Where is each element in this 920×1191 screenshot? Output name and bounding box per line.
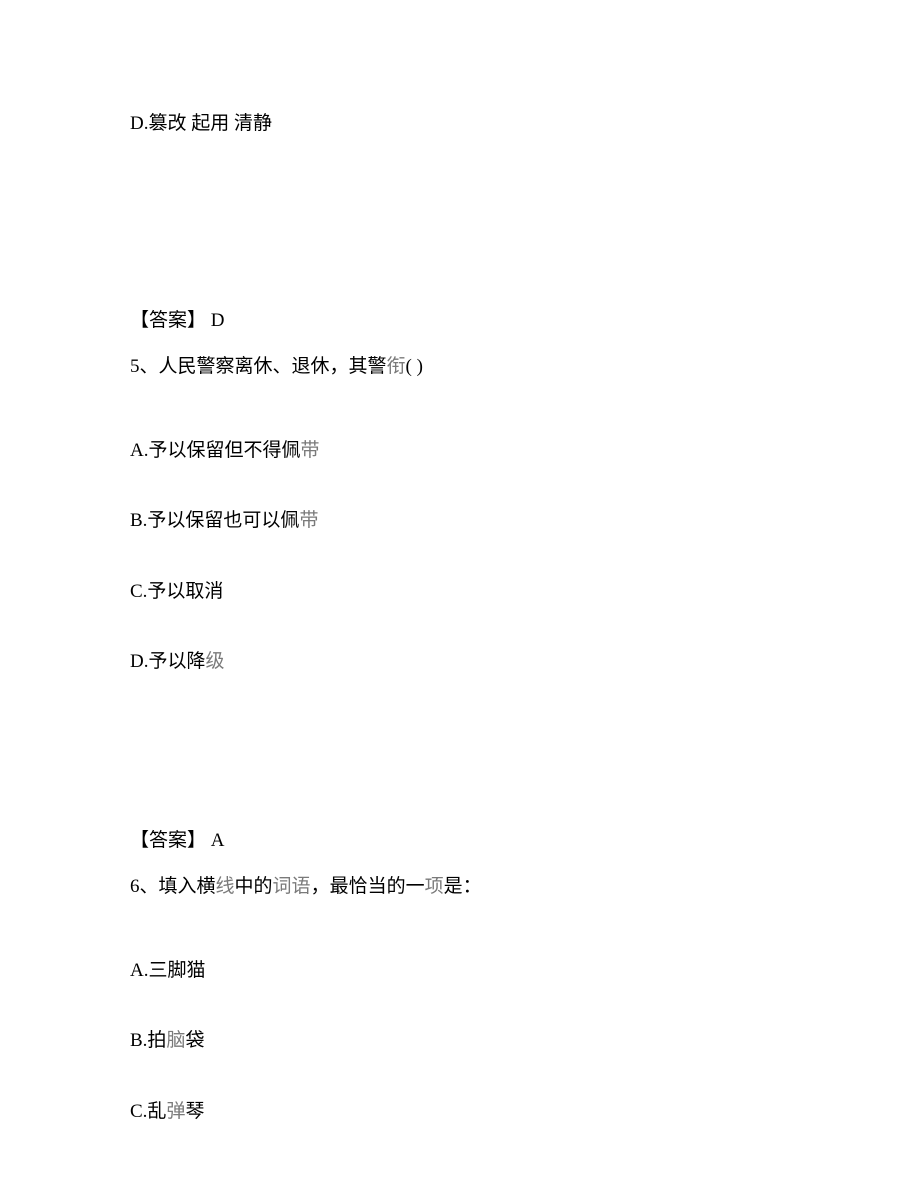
question-text-part: 中的: [235, 876, 273, 897]
answer-block-q5: 【答案】 A: [130, 827, 790, 856]
option-a-q6: A.三脚猫: [130, 957, 790, 986]
option-gray: 脑: [166, 1030, 185, 1051]
options-q5: A.予以保留但不得佩带 B.予以保留也可以佩带 C.予以取消 D.予以降级: [130, 437, 790, 677]
answer-label: 【答案】: [130, 310, 206, 331]
option-text: 琴: [185, 1101, 204, 1122]
option-c-q6: C.乱弹琴: [130, 1098, 790, 1127]
option-d-q5: D.予以降级: [130, 648, 790, 677]
option-text: C.乱: [130, 1101, 166, 1122]
question-gray: 项: [425, 876, 444, 897]
question-text-gray: 衔: [387, 356, 406, 377]
option-gray: 级: [205, 651, 224, 672]
option-text: 袋: [185, 1030, 204, 1051]
option-d-q4: D.篡改 起用 清静: [130, 110, 790, 139]
option-a-q5: A.予以保留但不得佩带: [130, 437, 790, 466]
answer-block-q4: 【答案】 D: [130, 307, 790, 336]
option-b-q6: B.拍脑袋: [130, 1027, 790, 1056]
option-text: A.三脚猫: [130, 960, 205, 981]
question-text-part: 5、人民警察离休、退休，其警: [130, 356, 387, 377]
question-6: 6、填入横线中的词语，最恰当的一项是：: [130, 873, 790, 902]
question-text-part: 是：: [444, 876, 482, 897]
option-gray: 带: [300, 440, 319, 461]
question-text-part: 6、填入横: [130, 876, 216, 897]
answer-value: A: [206, 830, 224, 851]
option-text: A.予以保留但不得佩: [130, 440, 300, 461]
question-5: 5、人民警察离休、退休，其警衔( ): [130, 353, 790, 382]
option-gray: 带: [299, 510, 318, 531]
option-b-q5: B.予以保留也可以佩带: [130, 507, 790, 536]
answer-value: D: [206, 310, 224, 331]
option-text: D.予以降: [130, 651, 205, 672]
option-text: B.拍: [130, 1030, 166, 1051]
question-text-part: ，最恰当的一: [311, 876, 425, 897]
option-c-q5: C.予以取消: [130, 578, 790, 607]
option-text: C.予以取消: [130, 581, 223, 602]
options-q6: A.三脚猫 B.拍脑袋 C.乱弹琴: [130, 957, 790, 1127]
option-gray: 弹: [166, 1101, 185, 1122]
question-gray: 词语: [273, 876, 311, 897]
option-text: D.篡改 起用 清静: [130, 113, 272, 134]
question-gray: 线: [216, 876, 235, 897]
answer-label: 【答案】: [130, 830, 206, 851]
question-text-part: ( ): [406, 356, 423, 377]
option-text: B.予以保留也可以佩: [130, 510, 299, 531]
